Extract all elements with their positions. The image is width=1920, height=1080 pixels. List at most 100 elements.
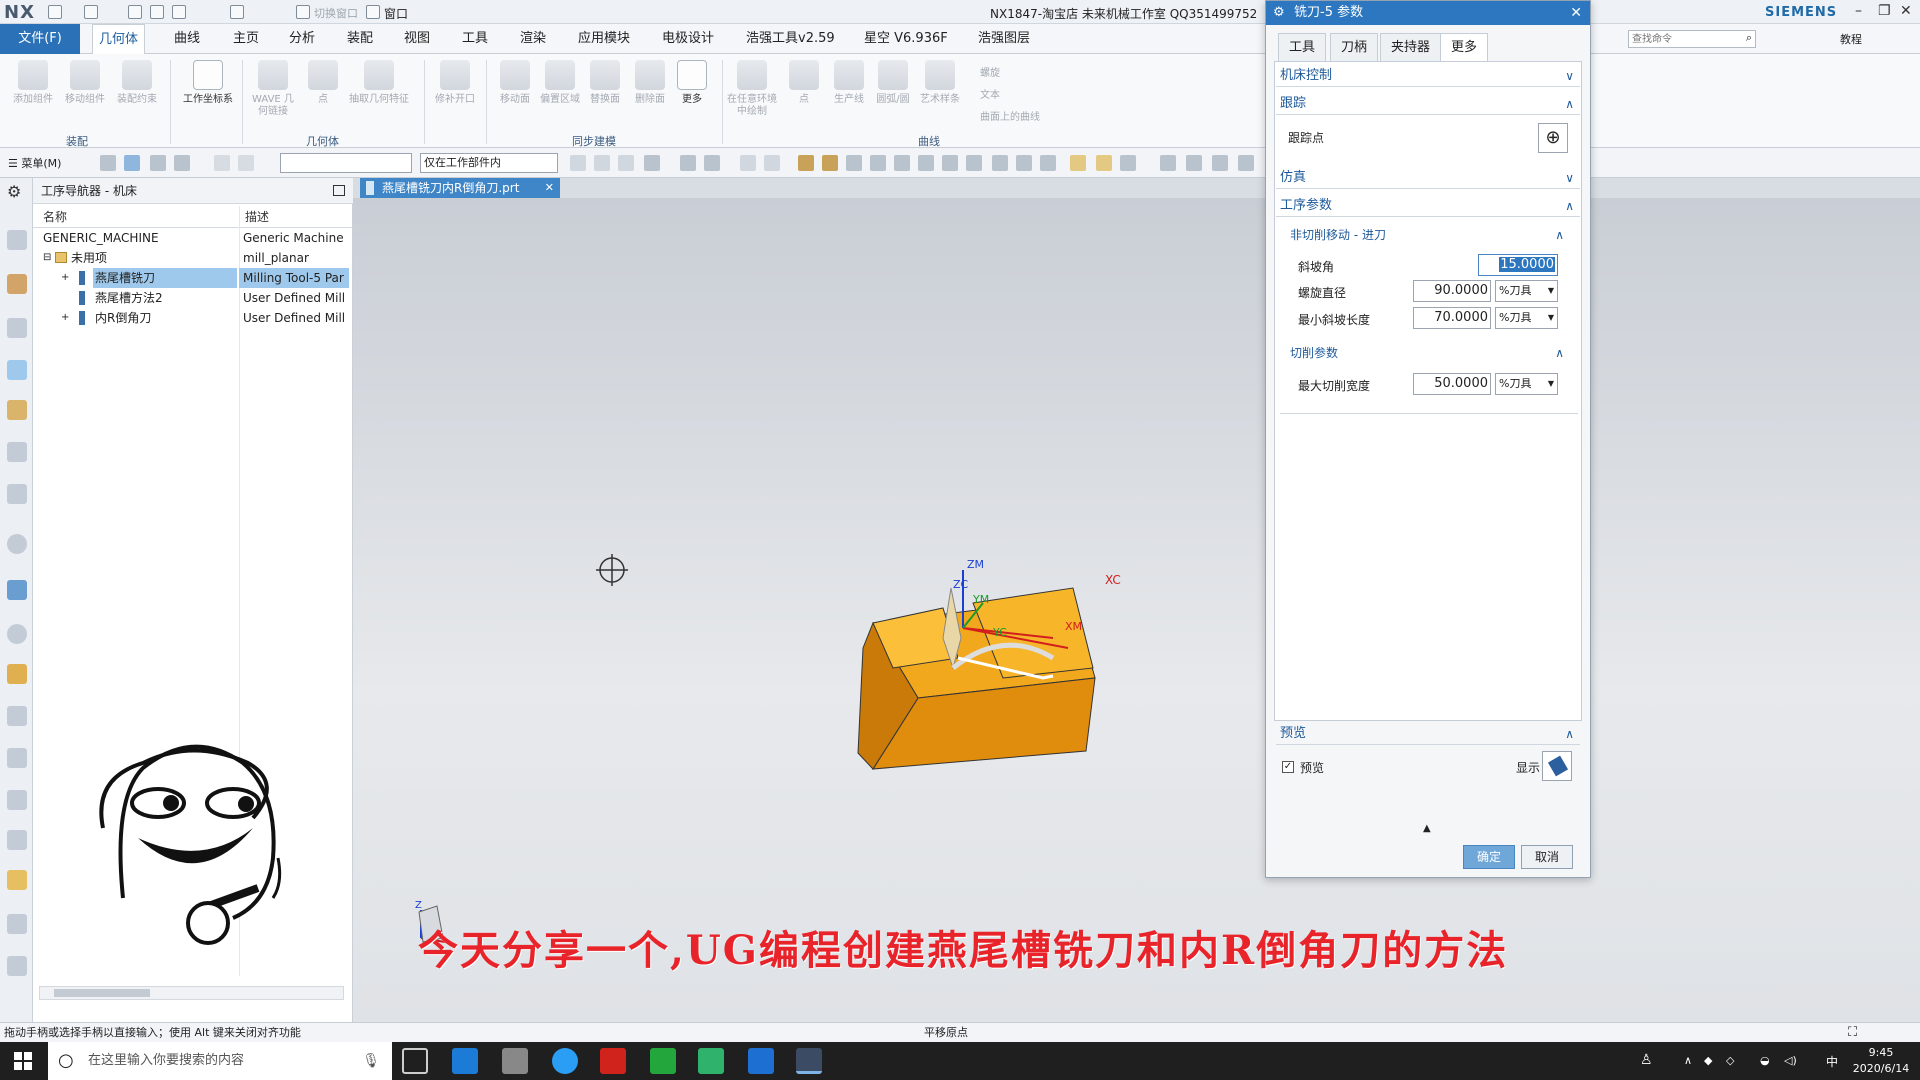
min-ramp-length-input[interactable]: 70.0000 xyxy=(1413,307,1491,329)
helix-unit-select[interactable]: %刀具 ▼ xyxy=(1495,280,1558,302)
ramp-angle-input[interactable]: 15.0000 xyxy=(1478,254,1558,276)
collapse-icon[interactable]: ⊟ xyxy=(43,248,51,268)
cut-params-subsection[interactable]: 切削参数 ∧ xyxy=(1286,343,1570,363)
preview-section[interactable]: 预览 ∧ xyxy=(1276,723,1580,745)
layout-icon[interactable] xyxy=(7,830,27,850)
model-view[interactable]: ZM ZC YM YC XM XC Z xyxy=(353,198,1920,1022)
max-cut-width-unit-select[interactable]: %刀具 ▼ xyxy=(1495,373,1558,395)
circle-center-icon[interactable] xyxy=(966,155,982,171)
replace-face-button[interactable]: 替换面 xyxy=(580,60,630,136)
curve-icon[interactable] xyxy=(918,155,934,171)
tab-applications[interactable]: 应用模块 xyxy=(572,24,636,54)
operation-params-section[interactable]: 工序参数 ∧ xyxy=(1276,195,1580,217)
plus-icon[interactable] xyxy=(1016,155,1032,171)
fit-icon[interactable] xyxy=(1186,155,1202,171)
ok-button[interactable]: 确定 xyxy=(1463,845,1515,869)
show-button[interactable] xyxy=(1542,751,1572,781)
tab-render[interactable]: 渲染 xyxy=(514,24,552,54)
tray-app-icon[interactable]: ◆ xyxy=(1704,1054,1712,1067)
assembly-navigator-icon[interactable] xyxy=(7,274,27,294)
view-icon[interactable] xyxy=(1160,155,1176,171)
microphone-icon[interactable]: 🎙 xyxy=(362,1042,380,1080)
diagonal-icon[interactable] xyxy=(894,155,910,171)
copy-icon[interactable] xyxy=(150,5,164,19)
window-menu[interactable]: 窗口 xyxy=(384,5,408,22)
add-component-button[interactable]: 添加组件 xyxy=(8,60,58,136)
more-button[interactable]: 更多 xyxy=(670,60,714,136)
maximize-panel-icon[interactable] xyxy=(333,185,345,196)
recorder-icon[interactable] xyxy=(650,1048,676,1074)
select-icon[interactable] xyxy=(124,155,140,171)
curve-on-surface-item[interactable]: 曲面上的曲线 xyxy=(980,108,1040,123)
render-style-icon[interactable] xyxy=(1238,155,1254,171)
arc-circle-button[interactable]: 圆弧/圆 xyxy=(870,60,916,136)
patch-opening-button[interactable]: 修补开口 xyxy=(430,60,480,136)
switch-window-label[interactable]: 切换窗口 xyxy=(314,5,358,21)
zoom-icon[interactable] xyxy=(1212,155,1228,171)
wps-icon[interactable] xyxy=(748,1048,774,1074)
system-materials-icon[interactable] xyxy=(7,748,27,768)
min-ramp-unit-select[interactable]: %刀具 ▼ xyxy=(1495,307,1558,329)
new-window-icon[interactable] xyxy=(7,956,27,976)
tab-view[interactable]: 视图 xyxy=(398,24,436,54)
tab-haoqiang-tools[interactable]: 浩强工具v2.59 xyxy=(740,24,841,54)
task-view-icon[interactable] xyxy=(402,1048,428,1074)
clock-time[interactable]: 9:45 xyxy=(1856,1046,1906,1059)
tab-analysis[interactable]: 分析 xyxy=(283,24,321,54)
tracking-section[interactable]: 跟踪 ∧ xyxy=(1276,93,1580,115)
file-menu[interactable]: 文件(F) xyxy=(0,24,80,54)
graphics-viewport[interactable]: ZM ZC YM YC XM XC Z xyxy=(353,198,1920,1022)
tab-haoqiang-layer[interactable]: 浩强图层 xyxy=(972,24,1036,54)
machine-control-section[interactable]: 机床控制 ∨ xyxy=(1276,65,1580,87)
dialog-title-bar[interactable]: ⚙ 铣刀-5 参数 ✕ xyxy=(1266,1,1590,25)
info-icon[interactable] xyxy=(7,534,27,554)
wave-link-button[interactable]: WAVE 几何链接 xyxy=(248,60,298,136)
table-row[interactable]: + 燕尾槽铣刀 Milling Tool-5 Par xyxy=(33,268,353,288)
column-name-header[interactable]: 名称 xyxy=(43,208,67,226)
tab-holder-shank[interactable]: 刀柄 xyxy=(1330,33,1379,61)
point-button[interactable]: 点 xyxy=(298,60,348,136)
tracking-point-button[interactable]: ⊕ xyxy=(1538,123,1568,153)
scrollbar-thumb[interactable] xyxy=(54,989,150,997)
tab-tools[interactable]: 工具 xyxy=(456,24,494,54)
tab-tool[interactable]: 工具 xyxy=(1278,33,1327,61)
table-row[interactable]: ⊟ 未用项 mill_planar xyxy=(33,248,353,268)
part-navigator-icon[interactable] xyxy=(7,230,27,250)
simulation-section[interactable]: 仿真 ∨ xyxy=(1276,167,1580,189)
tab-electrode[interactable]: 电极设计 xyxy=(656,24,720,54)
windows-start-icon[interactable] xyxy=(14,1052,32,1070)
snap-quadrant-icon[interactable] xyxy=(704,155,720,171)
close-tab-icon[interactable]: ✕ xyxy=(545,178,554,198)
command-search-input[interactable] xyxy=(1629,31,1733,48)
offset-region-button[interactable]: 偏置区域 xyxy=(535,60,585,136)
cancel-button[interactable]: 取消 xyxy=(1521,845,1573,869)
tangent-icon[interactable] xyxy=(992,155,1008,171)
table-row[interactable]: + 内R倒角刀 User Defined Mill xyxy=(33,308,353,328)
assembly-constraint-button[interactable]: 装配约束 xyxy=(112,60,162,136)
expand-icon[interactable]: + xyxy=(61,268,69,288)
max-cut-width-input[interactable]: 50.0000 xyxy=(1413,373,1491,395)
touch-mode-icon[interactable] xyxy=(230,5,244,19)
taskbar-search[interactable]: ○ 在这里输入你要搜索的内容 🎙 xyxy=(48,1042,392,1080)
tab-geometry[interactable]: 几何体 xyxy=(92,24,146,54)
dialog-close-icon[interactable]: ✕ xyxy=(1570,1,1582,25)
line-snap-icon[interactable] xyxy=(870,155,886,171)
shade-icon[interactable] xyxy=(798,155,814,171)
undo-icon[interactable] xyxy=(84,5,98,19)
perpendicular-icon[interactable] xyxy=(942,155,958,171)
art-spline-button[interactable]: 艺术样条 xyxy=(914,60,966,136)
filter-icon[interactable] xyxy=(150,155,166,171)
workpiece-model[interactable] xyxy=(857,587,1096,770)
roles-icon[interactable] xyxy=(7,706,27,726)
qq-icon[interactable] xyxy=(552,1048,578,1074)
acrobat-icon[interactable] xyxy=(600,1048,626,1074)
move-component-button[interactable]: 移动组件 xyxy=(60,60,110,136)
point-on-face-icon[interactable] xyxy=(1096,155,1112,171)
fullscreen-icon[interactable]: ⛶ xyxy=(1848,1023,1857,1043)
deselect-icon[interactable] xyxy=(214,155,230,171)
production-line-button[interactable]: 生产线 xyxy=(826,60,872,136)
bounding-icon[interactable] xyxy=(1120,155,1136,171)
table-row[interactable]: GENERIC_MACHINE Generic Machine xyxy=(33,228,353,248)
people-icon[interactable]: ♙ xyxy=(1640,1052,1653,1068)
machine-tool-navigator-icon[interactable] xyxy=(7,400,27,420)
